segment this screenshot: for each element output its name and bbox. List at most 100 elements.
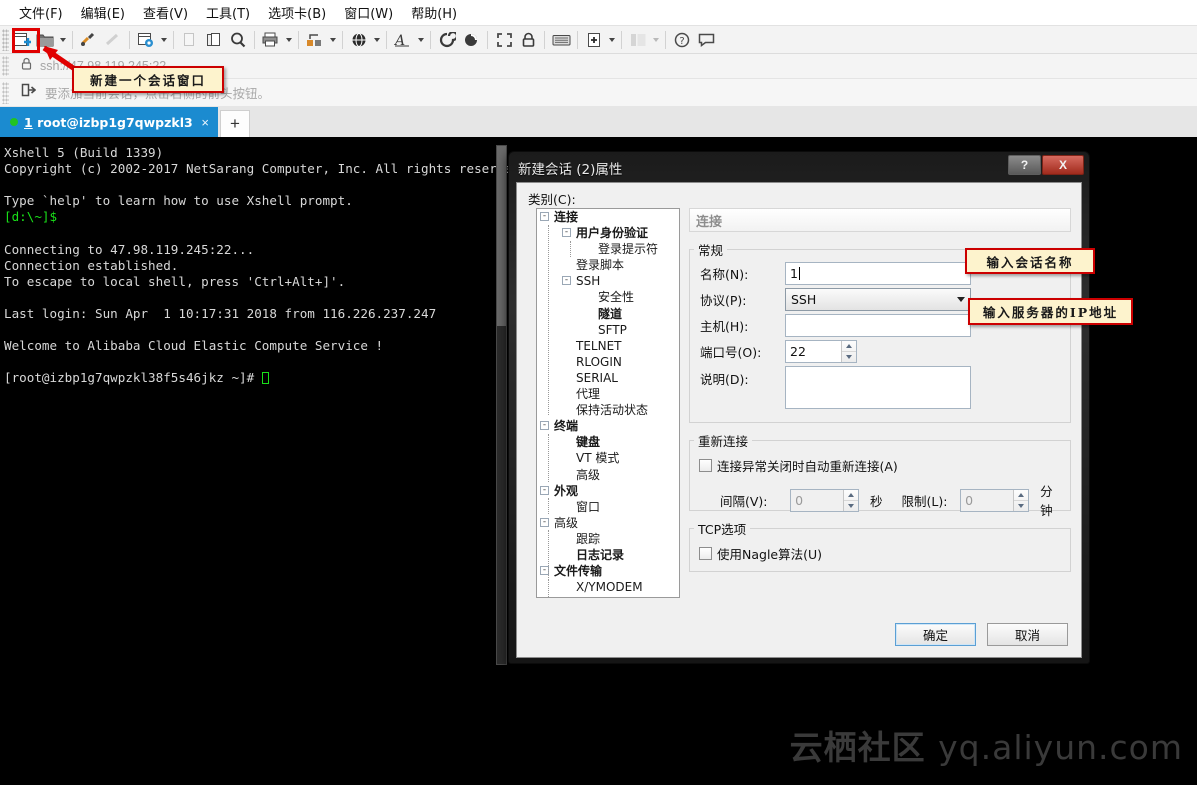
tree-expander-icon[interactable]: - xyxy=(562,276,571,286)
connect-icon[interactable] xyxy=(77,28,101,52)
tree-item[interactable]: SERIAL xyxy=(537,370,679,386)
globe-dropdown-icon[interactable] xyxy=(371,28,382,52)
stepper-down-icon[interactable] xyxy=(1014,501,1028,511)
add-item-icon[interactable] xyxy=(582,28,606,52)
nagle-row[interactable]: 使用Nagle算法(U) xyxy=(699,544,1070,563)
tree-item[interactable]: RLOGIN xyxy=(537,354,679,370)
menu-window[interactable]: 窗口(W) xyxy=(335,0,402,25)
tree-item[interactable]: - 连接 xyxy=(537,209,679,225)
tree-item[interactable]: 保持活动状态 xyxy=(537,402,679,418)
transfer-file-icon[interactable] xyxy=(303,28,327,52)
menu-tools[interactable]: 工具(T) xyxy=(197,0,259,25)
tree-item[interactable]: - 高级 xyxy=(537,515,679,531)
tree-item[interactable]: - 文件传输 xyxy=(537,563,679,579)
new-tab-button[interactable]: + xyxy=(220,110,250,137)
hint-bar-grip[interactable] xyxy=(2,81,9,104)
tree-item[interactable]: 代理 xyxy=(537,386,679,402)
tree-item[interactable]: TELNET xyxy=(537,338,679,354)
limit-stepper[interactable]: 0 xyxy=(960,488,1030,512)
auto-reconnect-checkbox[interactable] xyxy=(699,459,712,472)
find-icon[interactable] xyxy=(226,28,250,52)
tree-item[interactable]: ZMODEM xyxy=(537,595,679,597)
terminal-scrollbar-thumb[interactable] xyxy=(497,146,506,326)
auto-reconnect-row[interactable]: 连接异常关闭时自动重新连接(A) xyxy=(699,456,1070,475)
tree-item[interactable]: 安全性 xyxy=(537,289,679,305)
tree-item[interactable]: X/YMODEM xyxy=(537,579,679,595)
session-properties-icon[interactable] xyxy=(134,28,158,52)
tree-item[interactable]: 跟踪 xyxy=(537,531,679,547)
font-dropdown-icon[interactable] xyxy=(415,28,426,52)
protocol-select[interactable]: SSH xyxy=(785,288,971,311)
menu-view[interactable]: 查看(V) xyxy=(134,0,197,25)
feedback-icon[interactable] xyxy=(694,28,718,52)
port-stepper-arrows[interactable] xyxy=(841,341,856,362)
transfer-file-dropdown-icon[interactable] xyxy=(327,28,338,52)
interval-stepper-arrows[interactable] xyxy=(843,489,859,511)
ok-button[interactable]: 确定 xyxy=(895,623,976,646)
description-textarea[interactable] xyxy=(785,366,971,409)
open-folder-dropdown-icon[interactable] xyxy=(57,28,68,52)
tree-item[interactable]: 键盘 xyxy=(537,434,679,450)
terminal-scrollbar[interactable] xyxy=(496,145,507,665)
print-icon[interactable] xyxy=(259,28,283,52)
tree-item[interactable]: - 终端 xyxy=(537,418,679,434)
menu-bar: 文件(F) 编辑(E) 查看(V) 工具(T) 选项卡(B) 窗口(W) 帮助(… xyxy=(0,0,1197,25)
spiral-left-icon[interactable] xyxy=(435,28,459,52)
tree-expander-icon[interactable]: - xyxy=(540,517,549,527)
spiral-right-icon[interactable] xyxy=(459,28,483,52)
font-icon[interactable]: A xyxy=(391,28,415,52)
tab-session-1[interactable]: 1 root@izbp1g7qwpzkl38f5s... × xyxy=(0,107,218,137)
stepper-down-icon[interactable] xyxy=(844,501,858,511)
tcp-legend: TCP选项 xyxy=(698,522,747,537)
keyboard-icon[interactable] xyxy=(549,28,573,52)
address-bar-grip[interactable] xyxy=(2,56,9,76)
name-input[interactable]: 1 xyxy=(785,262,971,285)
tree-item[interactable]: 窗口 xyxy=(537,499,679,515)
add-item-dropdown-icon[interactable] xyxy=(606,28,617,52)
tree-item[interactable]: VT 模式 xyxy=(537,450,679,466)
tree-item[interactable]: - SSH xyxy=(537,273,679,289)
tree-item[interactable]: 隧道 xyxy=(537,306,679,322)
stepper-up-icon[interactable] xyxy=(844,490,859,501)
tree-expander-icon[interactable]: - xyxy=(562,228,571,238)
menu-help[interactable]: 帮助(H) xyxy=(402,0,466,25)
tree-item[interactable]: 日志记录 xyxy=(537,547,679,563)
toolbar-grip[interactable] xyxy=(2,28,9,51)
help-icon[interactable]: ? xyxy=(670,28,694,52)
paste-icon[interactable] xyxy=(202,28,226,52)
menu-edit[interactable]: 编辑(E) xyxy=(72,0,134,25)
tree-expander-icon[interactable]: - xyxy=(540,212,549,221)
add-session-arrow-icon[interactable] xyxy=(21,83,37,102)
nagle-checkbox[interactable] xyxy=(699,547,712,560)
tree-item[interactable]: - 用户身份验证 xyxy=(537,225,679,241)
lock-icon[interactable] xyxy=(516,28,540,52)
tree-item[interactable]: - 外观 xyxy=(537,483,679,499)
category-tree[interactable]: - 连接 - 用户身份验证 登录提示符 登录脚本 - SSH 安全性 隧道 SFTP TELNET RL… xyxy=(536,208,680,598)
limit-stepper-arrows[interactable] xyxy=(1013,489,1029,511)
tree-item[interactable]: 高级 xyxy=(537,467,679,483)
stepper-up-icon[interactable] xyxy=(1014,490,1029,501)
session-properties-dropdown-icon[interactable] xyxy=(158,28,169,52)
stepper-up-icon[interactable] xyxy=(842,341,856,352)
toolbar-separator xyxy=(173,30,174,49)
menu-file[interactable]: 文件(F) xyxy=(10,0,72,25)
interval-stepper[interactable]: 0 xyxy=(790,488,860,512)
tab-close-icon[interactable]: × xyxy=(198,115,212,130)
dialog-window-buttons: ? X xyxy=(1008,155,1084,175)
port-stepper[interactable]: 22 xyxy=(785,340,857,363)
globe-icon[interactable] xyxy=(347,28,371,52)
fullscreen-icon[interactable] xyxy=(492,28,516,52)
dialog-title-bar[interactable]: 新建会话 (2)属性 ? X xyxy=(512,155,1086,181)
tree-expander-icon[interactable]: - xyxy=(540,485,549,495)
cancel-button[interactable]: 取消 xyxy=(987,623,1068,646)
tree-item[interactable]: SFTP xyxy=(537,322,679,338)
tree-item[interactable]: 登录脚本 xyxy=(537,257,679,273)
dialog-close-button[interactable]: X xyxy=(1042,155,1084,175)
tree-expander-icon[interactable]: - xyxy=(540,421,549,431)
host-input[interactable] xyxy=(785,314,971,337)
menu-tabs[interactable]: 选项卡(B) xyxy=(259,0,335,25)
tree-item[interactable]: 登录提示符 xyxy=(537,241,679,257)
print-dropdown-icon[interactable] xyxy=(283,28,294,52)
stepper-down-icon[interactable] xyxy=(842,352,856,362)
dialog-help-button[interactable]: ? xyxy=(1008,155,1041,175)
